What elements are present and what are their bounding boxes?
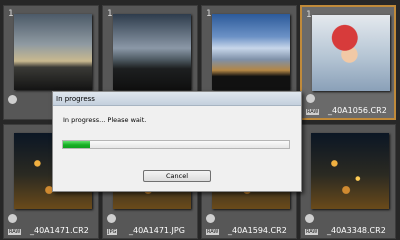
file-name: _40A3348.CR2 [327, 226, 386, 235]
file-type-badge: JPG [107, 229, 118, 235]
progress-dialog: In progress In progress... Please wait. … [52, 91, 302, 192]
file-type-badge: RAW [305, 229, 319, 235]
file-name: _40A1471.CR2 [30, 226, 89, 235]
cancel-button[interactable]: Cancel [143, 170, 211, 182]
rotate-icon[interactable] [206, 214, 215, 223]
thumbnail-cell[interactable]: RAW _40A3348.CR2 [300, 124, 396, 239]
thumbnail-image [212, 14, 290, 90]
progress-message: In progress... Please wait. [63, 116, 147, 124]
flag-icon: 1 [8, 9, 14, 19]
file-name: _40A1471.JPG [129, 226, 185, 235]
thumbnail-cell-selected[interactable]: 1 RAW _40A1056.CR2 [300, 5, 396, 120]
file-name: _40A1056.CR2 [328, 106, 387, 115]
thumbnail-image [14, 14, 92, 90]
flag-icon: 1 [206, 9, 212, 19]
thumbnail-image [312, 15, 390, 91]
progress-bar-fill [63, 141, 91, 148]
rotate-icon[interactable] [8, 95, 17, 104]
rotate-icon[interactable] [8, 214, 17, 223]
flag-icon: 1 [306, 10, 312, 20]
flag-icon: 1 [107, 9, 113, 19]
file-type-badge: RAW [306, 109, 320, 115]
rotate-icon[interactable] [305, 214, 314, 223]
file-type-badge: RAW [206, 229, 220, 235]
thumbnail-image [311, 133, 389, 209]
progress-bar [62, 140, 290, 149]
rotate-icon[interactable] [306, 94, 315, 103]
file-name: _40A1594.CR2 [228, 226, 287, 235]
dialog-title: In progress [53, 92, 301, 106]
file-type-badge: RAW [8, 229, 22, 235]
rotate-icon[interactable] [107, 214, 116, 223]
thumbnail-image [113, 14, 191, 90]
